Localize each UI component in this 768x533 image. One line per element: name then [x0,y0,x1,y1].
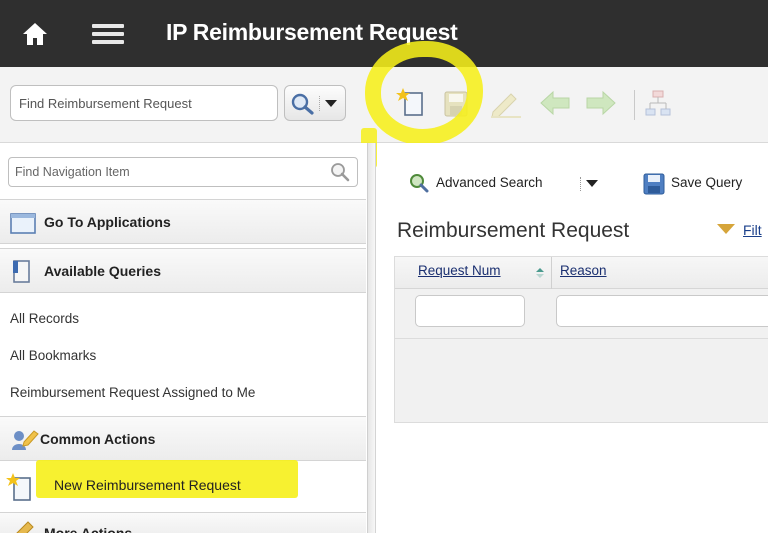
search-button[interactable] [284,85,346,121]
action-new-reimbursement-request[interactable]: New Reimbursement Request [0,464,366,510]
nav-section-label: Available Queries [44,262,161,279]
find-record-input[interactable] [10,85,278,121]
find-navigation-input[interactable] [8,157,358,187]
app-header: IP Reimbursement Request [0,0,768,67]
nav-section-label: Common Actions [40,430,156,447]
new-record-icon [6,473,31,501]
chevron-down-icon[interactable] [586,180,598,187]
magnifier-icon [291,93,314,115]
magnifier-icon[interactable] [330,162,350,182]
common-actions-icon [12,430,39,450]
more-actions-icon [16,521,34,533]
chevron-down-icon[interactable] [325,100,337,107]
query-link-assigned-to-me[interactable]: Reimbursement Request Assigned to Me [10,385,255,400]
action-label: New Reimbursement Request [54,477,241,493]
column-header-reason[interactable]: Reason [560,263,607,278]
results-grid: Request Num Reason [394,256,768,423]
back-arrow-icon[interactable] [539,90,571,116]
filter-input-request-num[interactable] [415,295,525,327]
magnifier-icon [410,174,429,193]
query-link-all-records[interactable]: All Records [10,311,79,326]
page-title: Reimbursement Request [397,219,630,242]
new-record-icon[interactable] [395,86,431,120]
hamburger-menu-icon[interactable] [92,24,124,44]
nav-section-more-actions[interactable]: More Actions [0,512,366,533]
panel-splitter[interactable] [368,143,376,533]
save-icon[interactable] [443,90,469,118]
filter-toggle-icon[interactable] [717,224,735,234]
filter-input-reason[interactable] [556,295,768,327]
queries-icon [13,260,30,283]
nav-section-label: Go To Applications [44,213,171,230]
app-title: IP Reimbursement Request [166,19,458,45]
home-icon[interactable] [22,22,48,46]
nav-section-go-to-applications[interactable]: Go To Applications [0,199,366,244]
grid-filter-row [395,289,768,339]
query-link-all-bookmarks[interactable]: All Bookmarks [10,348,96,363]
toolbar-divider [634,90,635,120]
sort-icon[interactable] [536,268,544,278]
column-header-request-num[interactable]: Request Num [418,263,501,278]
divider [580,177,581,191]
advanced-search-button[interactable]: Advanced Search [436,175,543,190]
save-query-icon [643,173,665,195]
workflow-icon[interactable] [644,89,672,119]
grid-header: Request Num Reason [395,257,768,289]
forward-arrow-icon[interactable] [585,90,617,116]
filter-link[interactable]: Filt [743,222,762,238]
edit-icon[interactable] [489,88,523,118]
applications-icon [10,213,36,234]
save-query-button[interactable]: Save Query [671,175,742,190]
nav-section-common-actions[interactable]: Common Actions [0,416,366,461]
nav-section-available-queries[interactable]: Available Queries [0,248,366,293]
nav-section-label: More Actions [44,525,133,533]
